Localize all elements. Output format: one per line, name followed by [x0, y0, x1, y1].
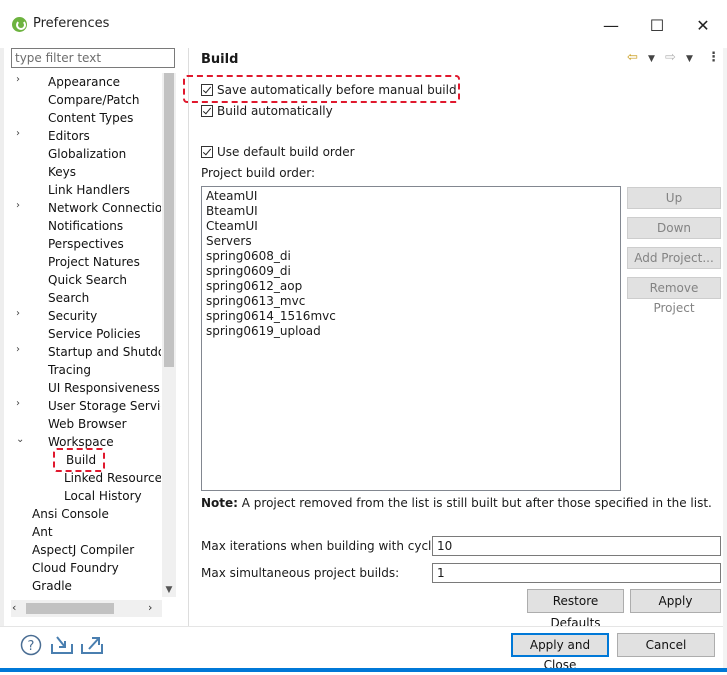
tree-item-cloud-foundry[interactable]: Cloud Foundry — [32, 559, 119, 577]
preference-tree[interactable]: › Appearance Compare/Patch Content Types › Ed… — [11, 73, 161, 597]
view-menu-icon[interactable]: ⋮ — [707, 50, 720, 65]
taskbar-edge — [0, 668, 727, 672]
import-icon[interactable] — [50, 634, 74, 656]
tree-item-tracing[interactable]: Tracing — [48, 361, 91, 379]
tree-item-service-policies[interactable]: Service Policies — [48, 325, 141, 343]
spring-app-icon — [12, 17, 27, 32]
tree-item-web-browser[interactable]: Web Browser — [48, 415, 127, 433]
expand-chevron-icon[interactable]: › — [16, 398, 26, 409]
forward-arrow-icon[interactable]: ⇨ — [665, 50, 676, 65]
help-icon[interactable]: ? — [20, 634, 42, 656]
project-build-order-list[interactable]: AteamUI BteamUI CteamUI Servers spring0608_d… — [201, 186, 621, 491]
tree-item-keys[interactable]: Keys — [48, 163, 76, 181]
note-bold: Note: — [201, 496, 238, 510]
background-window-edge — [0, 48, 4, 626]
remove-project-button[interactable]: Remove Project — [627, 277, 721, 315]
project-list-item[interactable]: Servers — [206, 234, 252, 249]
down-button[interactable]: Down — [627, 217, 721, 239]
back-dropdown-icon[interactable]: ▼ — [648, 54, 655, 64]
window-right-edge — [723, 48, 727, 672]
footer-separator — [0, 626, 727, 627]
expand-chevron-icon[interactable]: › — [16, 128, 26, 139]
tree-item-ant[interactable]: Ant — [32, 523, 53, 541]
up-button[interactable]: Up — [627, 187, 721, 209]
add-project-button[interactable]: Add Project... — [627, 247, 721, 269]
project-list-item[interactable]: CteamUI — [206, 219, 258, 234]
tree-item-aspectj-compiler[interactable]: AspectJ Compiler — [32, 541, 134, 559]
max-iterations-field[interactable]: 10 — [432, 536, 721, 556]
note-body: A project removed from the list is still… — [237, 496, 712, 510]
project-list-item[interactable]: spring0619_upload — [206, 324, 321, 339]
scroll-right-arrow-icon[interactable]: › — [148, 601, 152, 614]
project-list-item[interactable]: spring0614_1516mvc — [206, 309, 336, 324]
build-auto-label: Build automatically — [217, 104, 333, 118]
default-order-checkbox[interactable] — [201, 146, 213, 158]
expand-chevron-icon[interactable]: › — [16, 344, 26, 355]
minimize-button[interactable]: — — [588, 10, 634, 40]
tree-item-appearance[interactable]: Appearance — [48, 73, 120, 91]
page-title: Build — [201, 52, 239, 67]
tree-item-security[interactable]: Security — [48, 307, 97, 325]
project-list-item[interactable]: AteamUI — [206, 189, 257, 204]
project-list-item[interactable]: spring0608_di — [206, 249, 291, 264]
build-order-label: Project build order: — [201, 166, 316, 180]
highlight-build-item — [53, 448, 105, 472]
note-text: Note: A project removed from the list is… — [201, 496, 712, 510]
tree-item-globalization[interactable]: Globalization — [48, 145, 126, 163]
build-auto-checkbox[interactable] — [201, 105, 213, 117]
apply-button[interactable]: Apply — [630, 589, 721, 613]
tree-item-search[interactable]: Search — [48, 289, 89, 307]
tree-item-gradle[interactable]: Gradle — [32, 577, 72, 595]
cancel-button[interactable]: Cancel — [617, 633, 715, 657]
tree-vertical-scroll-thumb[interactable] — [164, 73, 174, 367]
tree-item-project-natures[interactable]: Project Natures — [48, 253, 140, 271]
tree-item-network-connection[interactable]: Network Connection — [48, 199, 161, 217]
window-title: Preferences — [33, 16, 110, 31]
default-order-label: Use default build order — [217, 145, 355, 159]
scroll-down-arrow-icon[interactable]: ▼ — [162, 585, 176, 597]
project-list-item[interactable]: spring0612_aop — [206, 279, 302, 294]
project-list-item[interactable]: spring0609_di — [206, 264, 291, 279]
expand-chevron-icon[interactable]: › — [16, 308, 26, 319]
apply-and-close-button[interactable]: Apply and Close — [511, 633, 609, 672]
tree-item-user-storage-service[interactable]: User Storage Service — [48, 397, 161, 415]
pane-splitter[interactable] — [188, 48, 189, 626]
project-list-item[interactable]: BteamUI — [206, 204, 258, 219]
forward-dropdown-icon[interactable]: ▼ — [686, 54, 693, 64]
tree-item-ui-responsiveness-m[interactable]: UI Responsiveness M — [48, 379, 161, 397]
expand-chevron-icon[interactable]: › — [16, 200, 26, 211]
tree-item-link-handlers[interactable]: Link Handlers — [48, 181, 130, 199]
highlight-save-auto — [183, 75, 460, 103]
tree-item-quick-search[interactable]: Quick Search — [48, 271, 127, 289]
max-simultaneous-field[interactable]: 1 — [432, 563, 721, 583]
maximize-button[interactable]: ☐ — [634, 10, 680, 40]
tree-item-perspectives[interactable]: Perspectives — [48, 235, 124, 253]
collapse-chevron-icon[interactable]: ⌄ — [16, 434, 26, 445]
project-list-item[interactable]: spring0613_mvc — [206, 294, 305, 309]
restore-defaults-button[interactable]: Restore Defaults — [527, 589, 624, 630]
filter-input[interactable] — [11, 48, 175, 68]
tree-horizontal-scroll-thumb[interactable] — [26, 603, 114, 614]
tree-item-startup-and-shutdow[interactable]: Startup and Shutdow — [48, 343, 161, 361]
tree-item-ansi-console[interactable]: Ansi Console — [32, 505, 109, 523]
scroll-left-arrow-icon[interactable]: ‹ — [12, 601, 16, 614]
expand-chevron-icon[interactable]: › — [16, 74, 26, 85]
tree-item-editors[interactable]: Editors — [48, 127, 90, 145]
max-simultaneous-label: Max simultaneous project builds: — [201, 566, 400, 580]
svg-text:?: ? — [28, 639, 35, 654]
tree-item-content-types[interactable]: Content Types — [48, 109, 133, 127]
tree-item-notifications[interactable]: Notifications — [48, 217, 123, 235]
max-iterations-label: Max iterations when building with cycles… — [201, 539, 450, 553]
tree-item-local-history[interactable]: Local History — [64, 487, 142, 505]
close-button[interactable]: ✕ — [680, 10, 726, 40]
back-arrow-icon[interactable]: ⇦ — [627, 50, 638, 65]
export-icon[interactable] — [80, 634, 104, 656]
tree-item-compare-patch[interactable]: Compare/Patch — [48, 91, 139, 109]
